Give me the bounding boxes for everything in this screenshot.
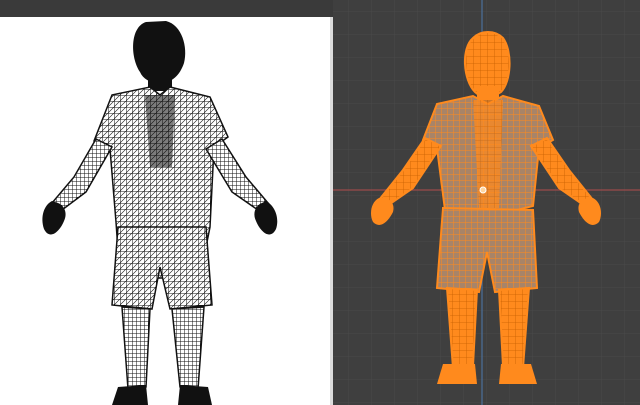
wireframe-preview-canvas[interactable]	[0, 17, 333, 405]
shirt-shadow	[145, 95, 175, 167]
shorts-shape	[111, 226, 213, 310]
left-hand-shape	[42, 201, 66, 235]
orange-right-shoe-shape	[499, 364, 537, 384]
left-viewport[interactable]	[0, 0, 333, 405]
right-hand-shape	[254, 201, 278, 235]
left-shoe-shape	[112, 385, 148, 405]
viewport-grid	[333, 0, 640, 405]
right-leg-shape	[171, 306, 205, 390]
orange-neck-shape	[477, 86, 499, 100]
right-shoe-shape	[178, 385, 212, 405]
left-arm-shape	[50, 138, 114, 211]
right-arm-shape	[204, 137, 270, 211]
orange-right-leg-shape	[497, 286, 531, 370]
orange-left-shoe-shape	[437, 364, 477, 384]
origin-dot-icon	[479, 186, 487, 194]
black-wireframe-figure	[42, 21, 278, 405]
3d-viewport[interactable]	[333, 0, 640, 405]
left-leg-shape	[121, 306, 151, 390]
orange-left-leg-shape	[445, 286, 479, 370]
